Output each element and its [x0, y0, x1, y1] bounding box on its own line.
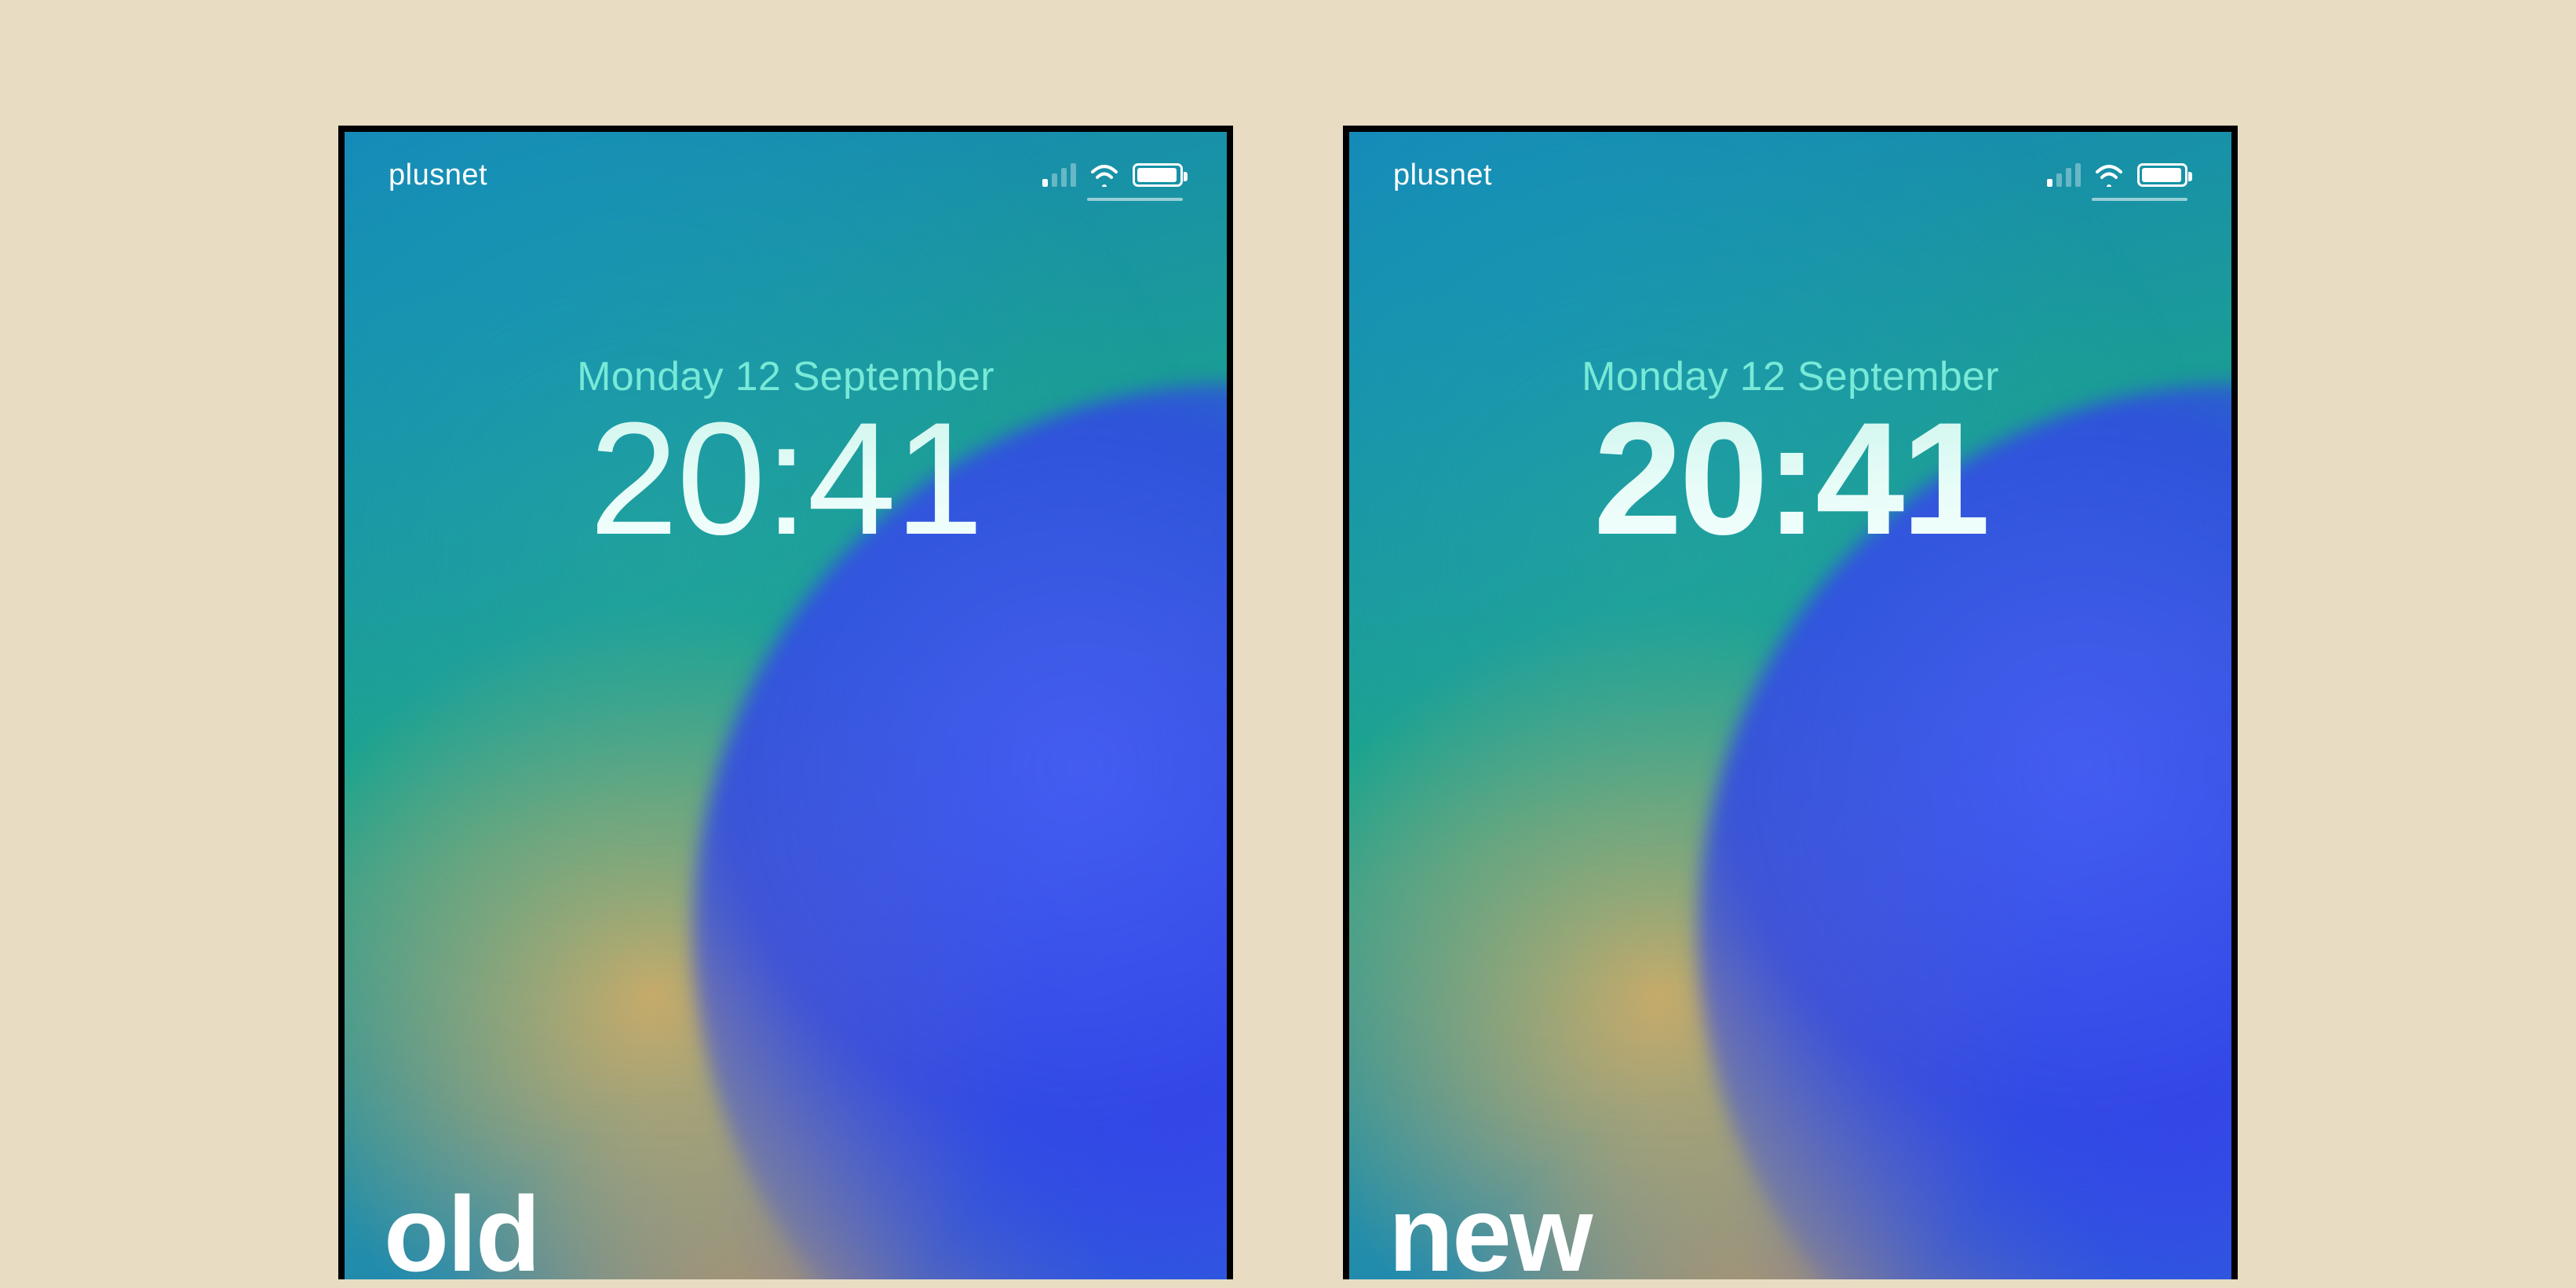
status-right-cluster: [2047, 163, 2187, 187]
lock-screen-new: plusnet Monday 12 September 20:41 new: [1343, 126, 2238, 1279]
battery-icon: [1133, 163, 1183, 187]
carrier-label: plusnet: [1393, 159, 1492, 192]
lock-screen-time: 20:41: [345, 399, 1227, 559]
status-bar: plusnet: [345, 132, 1227, 218]
status-right-cluster: [1042, 163, 1183, 187]
lock-screen-time: 20:41: [1349, 399, 2231, 559]
lock-screen-old: plusnet Monday 12 September 20:41 old: [338, 126, 1233, 1279]
cellular-signal-icon: [2047, 163, 2081, 187]
battery-icon: [2137, 163, 2187, 187]
status-bar: plusnet: [1349, 132, 2231, 218]
wifi-icon: [2093, 163, 2125, 187]
cellular-signal-icon: [1042, 163, 1076, 187]
battery-fill: [1137, 168, 1177, 182]
comparison-label-new: new: [1388, 1180, 1592, 1279]
carrier-label: plusnet: [389, 159, 487, 192]
comparison-label-old: old: [384, 1180, 539, 1279]
battery-fill: [2142, 168, 2181, 182]
wifi-icon: [1089, 163, 1120, 187]
